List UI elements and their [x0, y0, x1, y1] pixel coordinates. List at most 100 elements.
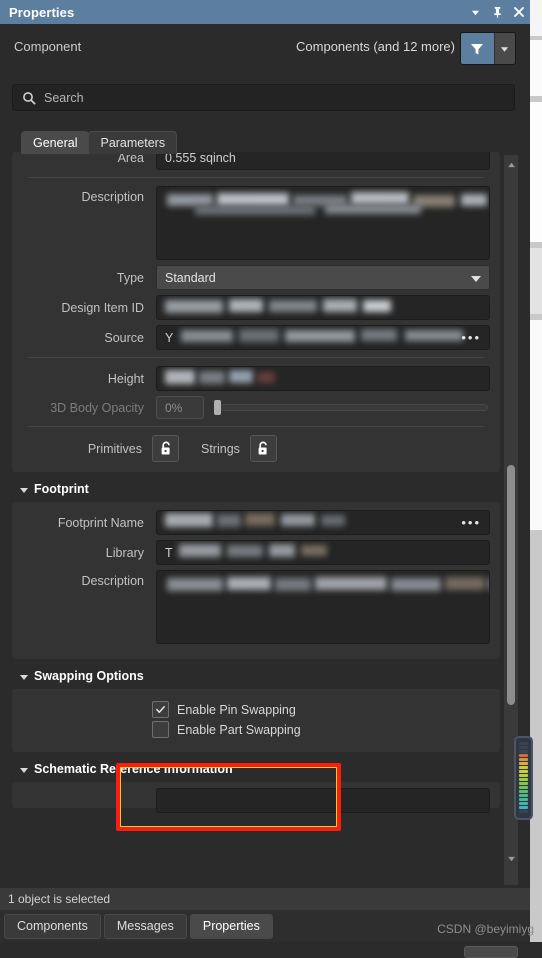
schematic-field[interactable]	[156, 788, 490, 813]
pin-icon[interactable]	[486, 1, 508, 23]
footprint-description-redacted-content	[165, 575, 485, 643]
enable-part-swapping-row[interactable]: Enable Part Swapping	[152, 721, 490, 738]
opacity-slider-track	[220, 404, 488, 411]
general-group: Area 0.555 sqinch Description Type Stand…	[12, 152, 500, 472]
search-icon	[22, 91, 36, 105]
source-redacted-content	[173, 326, 481, 349]
bottom-tab-components[interactable]: Components	[4, 913, 101, 939]
row-schematic-field	[22, 788, 490, 813]
filter-button-group[interactable]	[460, 32, 516, 65]
layer-color-bar[interactable]	[519, 786, 528, 789]
close-icon[interactable]	[508, 1, 530, 23]
properties-panel: Properties Component Components (and 12 …	[0, 0, 530, 956]
doc-segment	[530, 0, 542, 36]
layer-color-bar[interactable]	[519, 746, 528, 749]
layer-color-bar[interactable]	[519, 798, 528, 801]
enable-pin-swapping-row[interactable]: Enable Pin Swapping	[152, 701, 490, 718]
enable-pin-swapping-checkbox[interactable]	[152, 701, 169, 718]
layer-color-bar[interactable]	[519, 742, 528, 745]
strings-unlock-icon[interactable]	[249, 435, 277, 462]
check-icon	[156, 706, 165, 713]
area-field[interactable]: 0.555 sqinch	[156, 152, 490, 170]
collapse-caret-icon[interactable]	[20, 487, 28, 493]
swapping-options-section-title: Swapping Options	[34, 669, 144, 683]
footprint-section-header[interactable]: Footprint	[12, 472, 500, 502]
bottom-tab-messages[interactable]: Messages	[103, 913, 187, 939]
enable-part-swapping-checkbox[interactable]	[152, 721, 169, 738]
design-item-id-redacted-content	[165, 296, 481, 319]
footer-strip	[0, 942, 542, 958]
layer-color-bar[interactable]	[519, 790, 528, 793]
search-input[interactable]: Search	[12, 84, 515, 111]
chevron-down-icon[interactable]	[464, 1, 486, 23]
footprint-group-box: Footprint Name ••• Library T Description	[12, 502, 500, 659]
layer-color-bar[interactable]	[519, 782, 528, 785]
title-bar-buttons	[464, 1, 530, 23]
source-field[interactable]: Y •••	[156, 325, 490, 350]
schematic-reference-group: Schematic Reference Information	[12, 752, 500, 813]
library-label: Library	[105, 545, 144, 560]
selection-summary: Components (and 12 more)	[296, 39, 455, 54]
type-label: Type	[116, 270, 144, 285]
row-footprint-description: Description	[22, 570, 490, 644]
footprint-description-field[interactable]	[156, 570, 490, 644]
doc-segment	[530, 320, 542, 530]
chevron-down-icon	[471, 276, 481, 282]
collapse-caret-icon[interactable]	[20, 674, 28, 680]
opacity-slider-knob[interactable]	[214, 400, 221, 415]
layer-color-bar[interactable]	[519, 794, 528, 797]
layer-color-bar[interactable]	[519, 762, 528, 765]
row-type: Type Standard	[22, 265, 490, 290]
collapse-caret-icon[interactable]	[20, 767, 28, 773]
row-area: Area 0.555 sqinch	[22, 152, 490, 170]
layer-color-bar[interactable]	[519, 806, 528, 809]
opacity-value: 0%	[165, 400, 183, 415]
primitives-label: Primitives	[87, 441, 142, 456]
footprint-name-field[interactable]: •••	[156, 510, 490, 535]
doc-segment	[530, 40, 542, 96]
tab-general[interactable]: General	[21, 131, 90, 154]
primitives-unlock-icon[interactable]	[152, 435, 179, 462]
swapping-options-section-header[interactable]: Swapping Options	[12, 659, 500, 689]
source-value: Y	[165, 330, 174, 345]
row-design-item-id: Design Item ID	[22, 295, 490, 320]
layer-color-strip[interactable]	[514, 736, 533, 820]
page-title: Properties	[9, 4, 75, 20]
scroll-down-arrow-icon[interactable]	[504, 851, 518, 867]
layer-color-bar[interactable]	[519, 810, 528, 813]
type-select[interactable]: Standard	[156, 265, 490, 290]
status-text: 1 object is selected	[8, 892, 111, 906]
opacity-value-field[interactable]: 0%	[156, 396, 204, 419]
bottom-tab-properties[interactable]: Properties	[189, 913, 273, 939]
library-field[interactable]: T	[156, 540, 490, 565]
row-locks: Primitives Strings	[22, 435, 490, 462]
layer-color-bar[interactable]	[519, 802, 528, 805]
scroll-up-arrow-icon[interactable]	[504, 157, 518, 173]
footer-pill	[464, 946, 518, 958]
description-field[interactable]	[156, 186, 490, 260]
row-source: Source Y •••	[22, 325, 490, 350]
filter-icon[interactable]	[461, 33, 494, 64]
design-item-id-field[interactable]	[156, 295, 490, 320]
layer-color-bar[interactable]	[519, 770, 528, 773]
status-bar: 1 object is selected	[0, 888, 530, 910]
row-footprint-name: Footprint Name •••	[22, 510, 490, 535]
layer-color-bar[interactable]	[519, 766, 528, 769]
filter-dropdown-chevron-down-icon[interactable]	[493, 33, 515, 64]
tab-parameters[interactable]: Parameters	[88, 131, 178, 154]
layer-color-bar[interactable]	[519, 750, 528, 753]
schematic-reference-section-header[interactable]: Schematic Reference Information	[12, 752, 500, 782]
layer-color-bar[interactable]	[519, 758, 528, 761]
layer-color-bar[interactable]	[519, 778, 528, 781]
swapping-options-group: Swapping Options Enable Pin Swapping Ena…	[12, 659, 500, 752]
doc-segment	[530, 248, 542, 314]
height-field[interactable]	[156, 366, 490, 391]
footprint-name-redacted-content	[165, 511, 481, 534]
divider	[28, 357, 484, 358]
layer-color-bar[interactable]	[519, 754, 528, 757]
scrollbar-thumb[interactable]	[507, 465, 515, 705]
opacity-label: 3D Body Opacity	[50, 400, 144, 415]
layer-color-bar[interactable]	[519, 774, 528, 777]
footprint-section-title: Footprint	[34, 482, 89, 496]
opacity-slider[interactable]	[214, 396, 490, 419]
